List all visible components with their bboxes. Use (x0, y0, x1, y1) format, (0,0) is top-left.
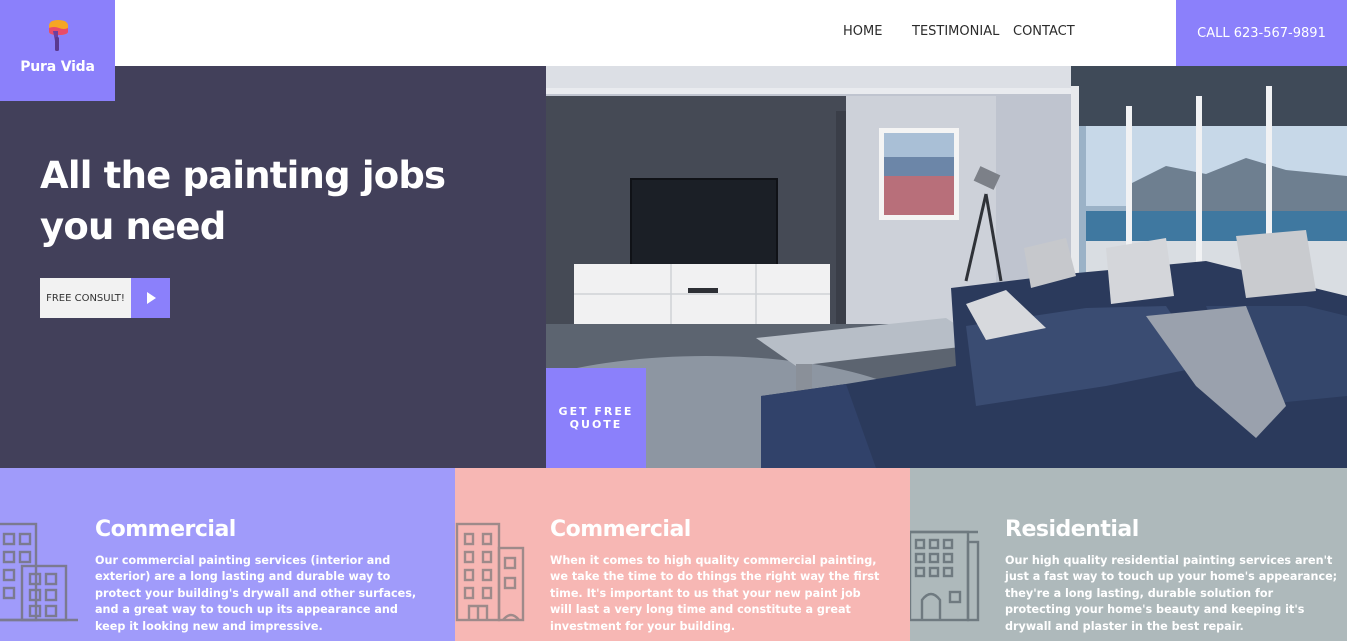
living-room-photo (546, 66, 1347, 468)
site-header: HOME TESTIMONIAL CONTACT CALL 623-567-98… (0, 0, 1347, 66)
service-title: Commercial (95, 517, 236, 542)
house-building-icon (910, 530, 980, 622)
call-phone-button[interactable]: CALL 623-567-9891 (1176, 0, 1347, 66)
site-logo[interactable]: Pura Vida (0, 0, 115, 101)
nav-home-link[interactable]: HOME (843, 24, 882, 39)
service-title: Residential (1005, 517, 1139, 542)
nav-testimonial-link[interactable]: TESTIMONIAL (912, 24, 999, 39)
service-description: Our commercial painting services (interi… (95, 554, 417, 633)
service-card-commercial: Commercial Our commercial painting servi… (0, 468, 455, 641)
brand-name: Pura Vida (20, 59, 95, 75)
service-card-commercial-quality: Commercial When it comes to high quality… (455, 468, 910, 641)
page: HOME TESTIMONIAL CONTACT CALL 623-567-98… (0, 0, 1347, 641)
service-description: When it comes to high quality commercial… (550, 554, 880, 633)
service-card-residential: Residential Our high quality residential… (910, 468, 1347, 641)
hero-panel: All the painting jobs you need FREE CONS… (0, 66, 546, 468)
play-video-button[interactable] (131, 278, 170, 318)
office-tower-icon (455, 522, 525, 622)
office-building-icon (0, 522, 78, 622)
get-free-quote-button[interactable]: GET FREE QUOTE (546, 368, 646, 468)
service-title: Commercial (550, 517, 691, 542)
paint-roller-icon (48, 20, 68, 51)
nav-contact-link[interactable]: CONTACT (1013, 24, 1075, 39)
play-icon (146, 292, 156, 304)
free-consult-button[interactable]: FREE CONSULT! (40, 278, 131, 318)
service-description: Our high quality residential painting se… (1005, 554, 1338, 633)
hero-title: All the painting jobs you need (40, 154, 446, 248)
